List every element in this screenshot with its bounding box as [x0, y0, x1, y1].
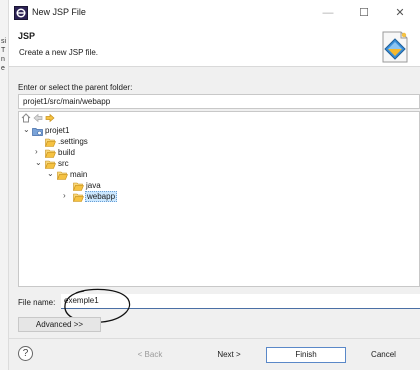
folder-open-icon [73, 193, 84, 202]
folder-open-icon [45, 138, 56, 147]
title-bar[interactable]: New JSP File — ☐ ✕ [9, 0, 420, 27]
file-name-label: File name: [18, 298, 56, 307]
cancel-button[interactable]: Cancel [347, 347, 420, 363]
advanced-button[interactable]: Advanced >> [18, 317, 101, 332]
parent-folder-input[interactable]: projet1/src/main/webapp [18, 94, 420, 109]
folder-open-icon [57, 171, 68, 180]
new-jsp-file-dialog: New JSP File — ☐ ✕ JSP Create a new JSP … [9, 0, 420, 370]
wizard-title: JSP [18, 31, 36, 41]
background-text-fragment: e [1, 65, 5, 72]
folder-open-icon [73, 182, 84, 191]
tree-item-label: projet1 [45, 126, 70, 135]
help-icon[interactable]: ? [18, 346, 33, 361]
forward-arrow-icon[interactable] [45, 113, 55, 123]
finish-button[interactable]: Finish [266, 347, 346, 363]
back-arrow-icon[interactable] [33, 113, 43, 123]
tree-item-label: src [58, 159, 69, 168]
expanded-chevron-icon[interactable]: ⌄ [23, 125, 31, 136]
background-text-fragment: si [1, 38, 7, 45]
wizard-description: Create a new JSP file. [19, 48, 99, 57]
maximize-button[interactable]: ☐ [346, 0, 382, 27]
window-title: New JSP File [32, 7, 86, 17]
tree-item-label: main [70, 170, 88, 179]
close-button[interactable]: ✕ [382, 0, 418, 27]
expanded-chevron-icon[interactable]: ⌄ [35, 158, 43, 169]
expanded-chevron-icon[interactable]: ⌄ [47, 169, 55, 180]
next-button[interactable]: Next > [192, 347, 266, 363]
folder-open-icon [45, 160, 56, 169]
collapsed-chevron-icon[interactable]: › [63, 191, 71, 202]
tree-item-label: webapp [85, 191, 118, 202]
eclipse-app-icon [14, 6, 28, 20]
jsp-file-wizard-icon [382, 31, 408, 63]
home-icon[interactable] [21, 113, 31, 123]
folder-open-icon [45, 149, 56, 158]
button-bar-separator [9, 338, 420, 339]
background-text-fragment: T [1, 47, 6, 54]
background-window-strip: si T n e [0, 0, 9, 370]
back-button[interactable]: < Back [115, 347, 185, 363]
minimize-button[interactable]: — [310, 0, 346, 27]
tree-item-label: build [58, 148, 75, 157]
project-icon [32, 128, 43, 136]
wizard-header: JSP Create a new JSP file. [9, 27, 420, 67]
tree-item-label: .settings [58, 137, 88, 146]
parent-folder-label: Enter or select the parent folder: [18, 83, 133, 92]
tree-item-label: java [86, 181, 101, 190]
folder-tree[interactable]: ⌄ projet1 .settings › build ⌄ src ⌄ main… [18, 111, 420, 287]
background-text-fragment: n [1, 56, 5, 63]
collapsed-chevron-icon[interactable]: › [35, 147, 43, 158]
